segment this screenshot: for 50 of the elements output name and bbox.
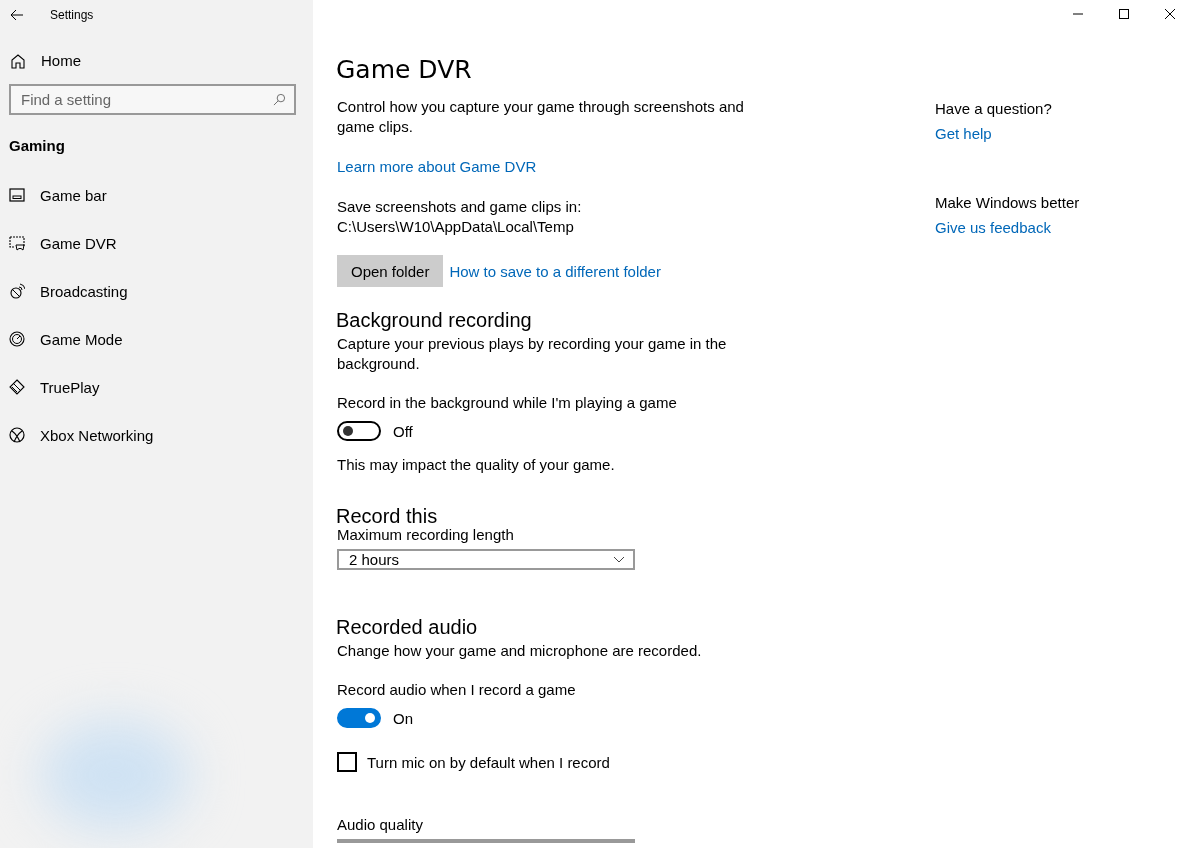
open-folder-button[interactable]: Open folder	[337, 255, 444, 287]
chevron-down-icon	[613, 555, 625, 564]
home-icon	[10, 52, 26, 69]
toggle-state: On	[393, 709, 413, 727]
toggle-switch[interactable]	[337, 421, 381, 441]
aside-heading: Have a question?	[935, 100, 1052, 117]
checkbox-label: Turn mic on by default when I record	[367, 753, 610, 771]
aside-heading: Make Windows better	[935, 194, 1080, 211]
checkbox[interactable]	[337, 752, 357, 772]
description-text: Control how you capture your game through screenshots and game clips.	[337, 97, 745, 137]
sidebar-item[interactable]: Broadcasting	[0, 267, 313, 315]
toggle-switch[interactable]	[337, 708, 381, 728]
section-heading: Record this	[336, 505, 438, 528]
sidebar-item[interactable]: Game bar	[0, 171, 313, 219]
section-heading: Background recording	[336, 309, 532, 332]
learn-more-link[interactable]: Learn more about Game DVR	[337, 158, 537, 175]
screen-controller-icon	[9, 235, 25, 251]
search-field[interactable]: Find a setting	[9, 84, 296, 115]
section-heading: Recorded audio	[336, 616, 478, 639]
help-link[interactable]: How to save to a different folder	[449, 262, 661, 280]
xbox-icon	[9, 427, 25, 443]
aside-link[interactable]: Give us feedback	[935, 219, 1051, 236]
diamond-icon	[9, 379, 25, 395]
description-text: Capture your previous plays by recording your game in the background.	[337, 334, 728, 374]
toggle-state: Off	[393, 422, 413, 440]
aside-link[interactable]: Get help	[935, 125, 992, 142]
window-title: Settings	[50, 8, 94, 22]
satellite-dish-icon	[9, 283, 25, 299]
home-nav-item[interactable]: Home	[10, 52, 313, 69]
setting-label: Record in the background while I'm playing a game	[337, 394, 677, 411]
game-bar-icon	[9, 187, 25, 203]
back-arrow-icon[interactable]	[10, 9, 24, 21]
sidebar-item[interactable]: Game Mode	[0, 315, 313, 363]
gauge-icon	[9, 331, 25, 347]
sidebar-item[interactable]: Xbox Networking	[0, 411, 313, 459]
description-text: This may impact the quality of your game.	[337, 455, 616, 475]
close-icon[interactable]	[1164, 8, 1176, 20]
setting-label: Maximum recording length	[337, 526, 514, 543]
sidebar-item[interactable]: TruePlay	[0, 363, 313, 411]
description-text: Save screenshots and game clips in: C:\Users\W10\AppData\Local\Temp	[337, 197, 583, 237]
sidebar-item[interactable]: Game DVR	[0, 219, 313, 267]
dropdown[interactable]: 2 hours	[337, 549, 635, 570]
section-title: Gaming	[9, 137, 66, 154]
page-title: Game DVR	[336, 55, 472, 84]
checkbox-option[interactable]: Turn mic on by default when I record	[337, 752, 610, 772]
search-icon	[273, 93, 286, 106]
maximize-icon[interactable]	[1118, 8, 1130, 20]
setting-label: Audio quality	[337, 816, 423, 833]
setting-label: Record audio when I record a game	[337, 681, 576, 698]
description-text: Change how your game and microphone are recorded.	[337, 641, 703, 661]
